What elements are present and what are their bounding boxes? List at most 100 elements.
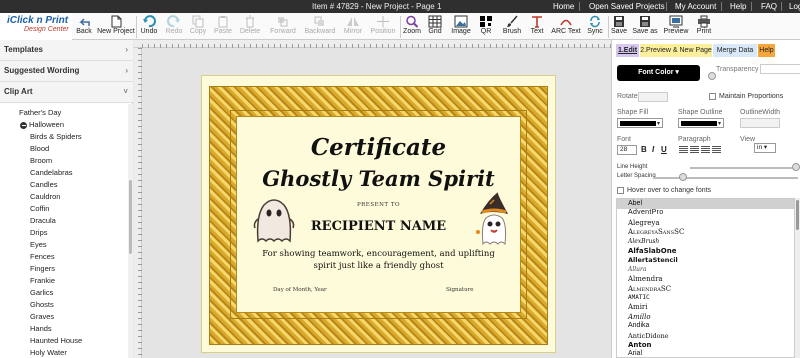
font-list-item[interactable]: AlegreyaSansSC xyxy=(628,228,684,236)
maintain-proportions-checkbox[interactable] xyxy=(709,93,716,100)
font-list-item[interactable]: Alegreya xyxy=(628,219,660,227)
view-units-select[interactable]: in ▾ xyxy=(754,143,776,153)
date-text[interactable]: Day of Month, Year xyxy=(273,287,327,293)
tree-item[interactable]: Dracula xyxy=(30,216,56,228)
letter-spacing-slider-knob[interactable] xyxy=(679,173,687,181)
align-justify-icon[interactable] xyxy=(712,146,721,154)
tab-edit[interactable]: 1.Edit xyxy=(616,44,639,57)
suggested-wording-accordion[interactable]: Suggested Wording › xyxy=(0,61,133,82)
tree-item[interactable]: Graves xyxy=(30,312,54,324)
tree-item[interactable]: Blood xyxy=(30,144,49,156)
font-list-scrollbar-thumb[interactable] xyxy=(796,200,799,230)
brush-button[interactable]: Brush xyxy=(497,14,527,40)
save-as-button[interactable]: Save as xyxy=(631,14,659,40)
tree-item[interactable]: Fingers xyxy=(30,264,55,276)
arc-text-button[interactable]: ARC Text xyxy=(550,14,582,40)
font-list-item[interactable]: AllertaStencil xyxy=(628,256,678,264)
certificate-title[interactable]: Certificate xyxy=(236,134,521,161)
tree-item[interactable]: Garlics xyxy=(30,288,53,300)
templates-accordion[interactable]: Templates › xyxy=(0,40,133,61)
tree-item[interactable]: Candelabras xyxy=(30,168,73,180)
print-button[interactable]: Print xyxy=(694,14,714,40)
font-list-item[interactable]: Arial xyxy=(628,350,642,357)
tree-item[interactable]: Drips xyxy=(30,228,48,240)
paste-button[interactable]: Paste xyxy=(212,14,234,40)
tree-item[interactable]: Candles xyxy=(30,180,58,192)
line-height-slider-knob[interactable] xyxy=(792,163,800,171)
delete-button[interactable]: Delete xyxy=(237,14,263,40)
clip-art-accordion[interactable]: Clip Art ˅ xyxy=(0,82,133,103)
ghost-clipart-icon[interactable] xyxy=(250,195,298,245)
tab-help[interactable]: Help xyxy=(758,44,775,57)
font-list-item[interactable]: AlexBrush xyxy=(628,238,659,245)
shape-outline-select[interactable]: ▾ xyxy=(678,118,724,128)
mirror-button[interactable]: Mirror xyxy=(340,14,366,40)
back-button[interactable]: Back xyxy=(74,14,94,40)
font-list-item[interactable]: Andika xyxy=(628,322,649,329)
font-list-item[interactable]: Almendra xyxy=(628,275,663,283)
nav-my-account-link[interactable]: My Account xyxy=(675,2,716,11)
nav-login-link[interactable]: Log xyxy=(789,2,800,11)
tab-merge-data[interactable]: Merge Data xyxy=(713,44,757,57)
image-button[interactable]: Image xyxy=(449,14,473,40)
font-list-item[interactable]: AdventPro xyxy=(628,209,663,216)
font-list-item[interactable]: Anton xyxy=(628,341,652,349)
nav-help-link[interactable]: Help xyxy=(730,2,746,11)
tree-item[interactable]: Haunted House xyxy=(30,336,82,348)
sidebar-scrollbar-thumb[interactable] xyxy=(129,180,132,254)
font-color-button[interactable]: Font Color ▾ xyxy=(617,65,700,81)
font-list-item[interactable]: AlmendraSC xyxy=(628,285,671,293)
tree-item[interactable]: Broom xyxy=(30,156,52,168)
collapse-icon[interactable] xyxy=(20,122,27,129)
font-list-item[interactable]: Abel xyxy=(628,200,642,207)
font-list-item[interactable]: Amiri xyxy=(628,303,648,311)
tree-item[interactable]: Fences xyxy=(30,252,55,264)
certificate-body-text[interactable]: For showing teamwork, encouragement, and… xyxy=(262,248,495,272)
align-left-icon[interactable] xyxy=(679,146,688,154)
font-list-item[interactable]: AnticDidone xyxy=(628,332,669,340)
sync-button[interactable]: Sync xyxy=(584,14,606,40)
hover-change-fonts-checkbox[interactable] xyxy=(617,187,624,194)
italic-button[interactable]: I xyxy=(652,145,654,154)
tree-item[interactable]: Frankie xyxy=(30,276,55,288)
nav-open-saved-projects-link[interactable]: Open Saved Projects xyxy=(589,2,665,11)
font-list[interactable]: Abel AdventPro Alegreya AlegreyaSansSC AlexB… xyxy=(616,198,795,358)
nav-faq-link[interactable]: FAQ xyxy=(761,2,777,11)
backward-button[interactable]: Backward xyxy=(302,14,338,40)
line-height-slider[interactable] xyxy=(690,167,798,169)
shape-fill-select[interactable]: ▾ xyxy=(617,118,663,128)
save-button[interactable]: Save xyxy=(609,14,629,40)
qr-button[interactable]: QR xyxy=(477,14,495,40)
font-list-item[interactable]: Amillo xyxy=(628,313,651,321)
witch-ghost-clipart-icon[interactable] xyxy=(474,190,514,248)
zoom-button[interactable]: Zoom xyxy=(402,14,422,40)
new-project-button[interactable]: New Project xyxy=(97,14,135,40)
bold-button[interactable]: B xyxy=(641,145,647,154)
text-button[interactable]: Text xyxy=(528,14,546,40)
transparency-input[interactable] xyxy=(760,64,800,74)
outline-width-input[interactable] xyxy=(740,118,780,128)
tree-item[interactable]: Eyes xyxy=(30,240,47,252)
tree-item[interactable]: Cauldron xyxy=(30,192,60,204)
align-right-icon[interactable] xyxy=(701,146,710,154)
undo-button[interactable]: Undo xyxy=(138,14,160,40)
align-center-icon[interactable] xyxy=(690,146,699,154)
rotate-input[interactable] xyxy=(638,92,668,102)
tree-item-halloween[interactable]: Halloween xyxy=(29,120,64,132)
brand-logo[interactable]: iClick n Print Design Center xyxy=(0,13,72,40)
position-button[interactable]: Position xyxy=(369,14,397,40)
tree-item-fathers-day[interactable]: Father's Day xyxy=(19,108,61,120)
forward-button[interactable]: Forward xyxy=(266,14,300,40)
letter-spacing-slider[interactable] xyxy=(655,177,798,179)
signature-text[interactable]: Signature xyxy=(446,287,474,293)
font-list-item[interactable]: Allura xyxy=(628,266,646,273)
grid-button[interactable]: Grid xyxy=(425,14,445,40)
tree-item[interactable]: Coffin xyxy=(30,204,49,216)
transparency-slider-knob[interactable] xyxy=(708,72,716,80)
underline-button[interactable]: U xyxy=(661,145,667,154)
preview-button[interactable]: Preview xyxy=(661,14,691,40)
certificate-subtitle[interactable]: Ghostly Team Spirit xyxy=(236,166,521,191)
tree-item[interactable]: Holy Water xyxy=(30,348,67,358)
tab-preview-new-page[interactable]: 2.Preview & New Page xyxy=(640,44,712,57)
font-list-item[interactable]: AlfaSlabOne xyxy=(628,247,676,255)
